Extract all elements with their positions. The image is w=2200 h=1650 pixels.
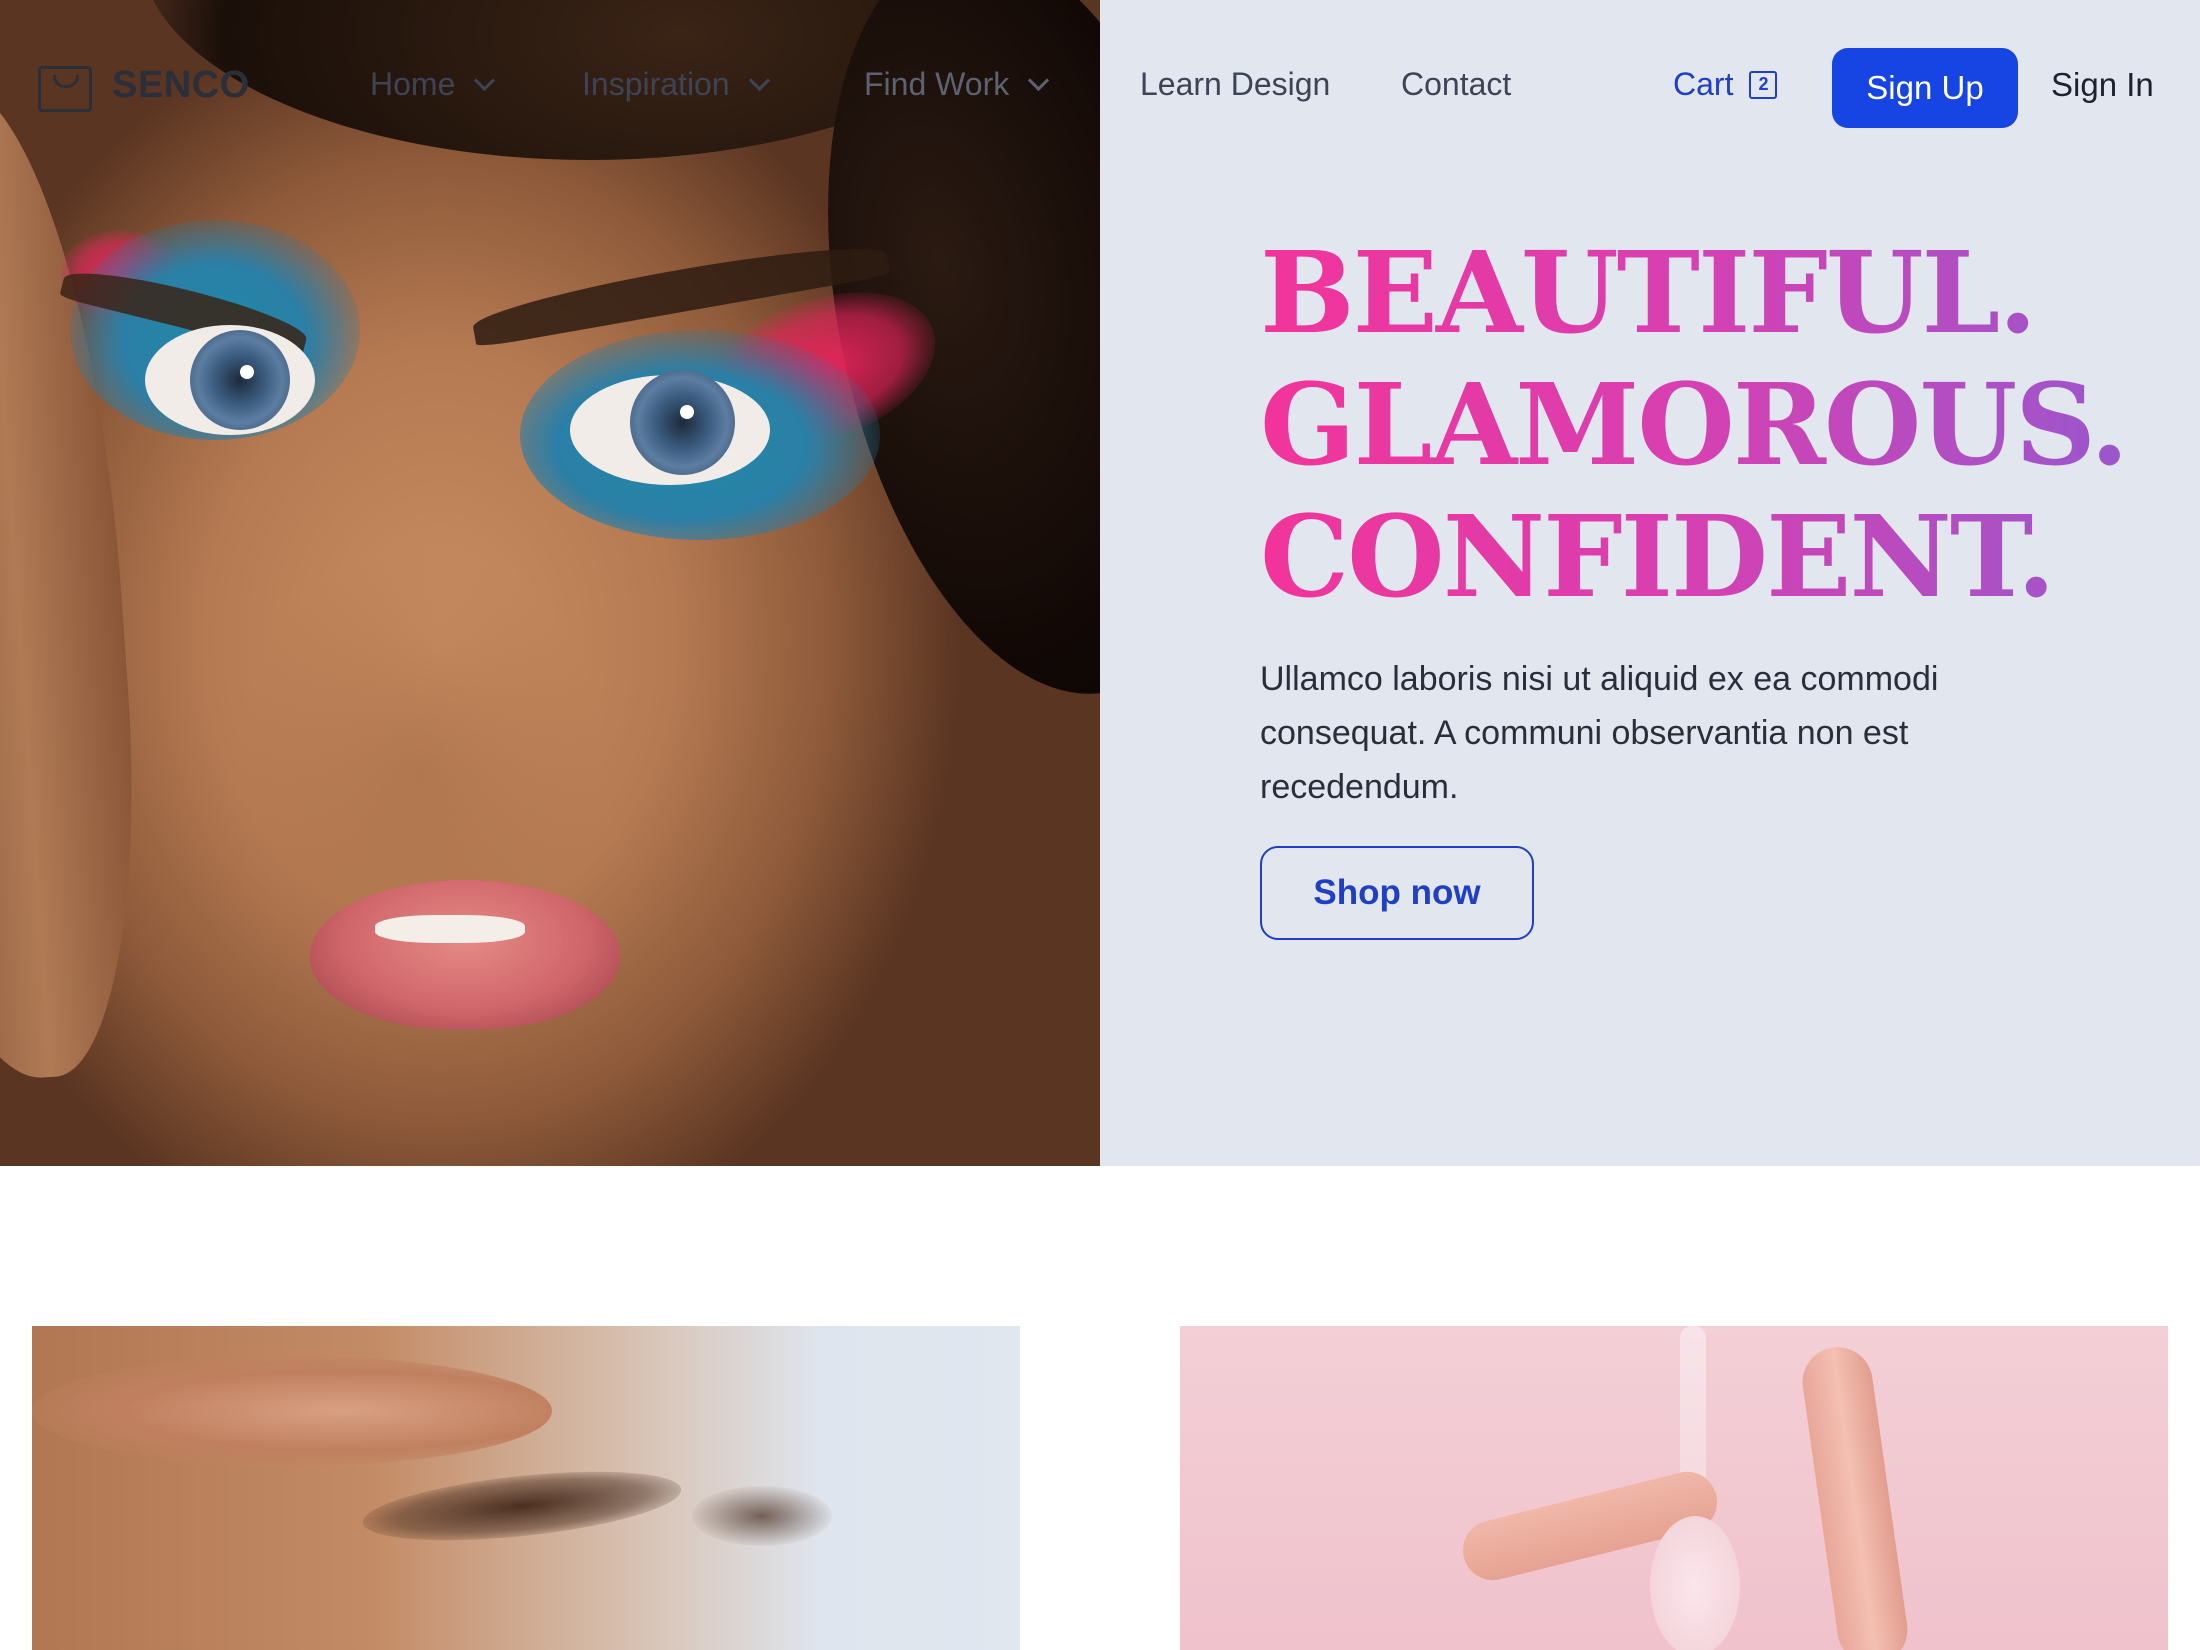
- product-card-skincare-image[interactable]: [1180, 1326, 2168, 1650]
- brand-logo-text[interactable]: SENCO: [112, 64, 250, 107]
- photo-iris: [630, 370, 735, 475]
- top-navigation: SENCO Home Inspiration Find Work Learn D…: [0, 0, 2200, 176]
- photo-eyebrow: [359, 1459, 685, 1553]
- photo-lips: [310, 880, 620, 1030]
- nav-item-contact[interactable]: Contact: [1401, 66, 1511, 103]
- nav-item-learn-design[interactable]: Learn Design: [1140, 66, 1330, 103]
- photo-teeth: [375, 915, 525, 943]
- hero-headline: BEAUTIFUL. GLAMOROUS. CONFIDENT.: [1260, 228, 2160, 624]
- shop-now-button[interactable]: Shop now: [1260, 846, 1534, 940]
- photo-finger: [32, 1356, 552, 1466]
- photo-iris: [190, 330, 290, 430]
- headline-line: BEAUTIFUL.: [1260, 228, 2036, 359]
- photo-eye-glint: [240, 365, 254, 379]
- cart-label: Cart: [1673, 66, 1734, 102]
- headline-line: CONFIDENT.: [1260, 492, 2054, 623]
- photo-eye-glint: [680, 405, 694, 419]
- nav-item-label: Learn Design: [1140, 66, 1331, 102]
- chevron-down-icon: [1028, 69, 1050, 92]
- sign-in-link[interactable]: Sign In: [2051, 66, 2154, 104]
- nav-item-label: Find Work: [864, 66, 1010, 102]
- photo-eyebrow: [692, 1486, 832, 1546]
- product-card-brows-image[interactable]: [32, 1326, 1020, 1650]
- photo-hand: [0, 72, 155, 1088]
- shopping-bag-icon[interactable]: [38, 66, 92, 112]
- nav-item-home[interactable]: Home: [370, 66, 496, 103]
- photo-cream: [1650, 1516, 1740, 1650]
- sign-up-button[interactable]: Sign Up: [1832, 48, 2018, 128]
- nav-item-label: Contact: [1401, 66, 1512, 102]
- cart-link[interactable]: Cart 2: [1673, 66, 1778, 103]
- nav-item-find-work[interactable]: Find Work: [864, 66, 1050, 103]
- chevron-down-icon: [748, 69, 770, 92]
- nav-item-inspiration[interactable]: Inspiration: [582, 66, 770, 103]
- hero-body-text: Ullamco laboris nisi ut aliquid ex ea co…: [1260, 660, 1939, 806]
- nav-item-label: Inspiration: [582, 66, 730, 102]
- cart-count-badge: 2: [1749, 70, 1778, 99]
- nav-item-label: Home: [370, 66, 456, 102]
- chevron-down-icon: [474, 69, 496, 92]
- headline-line: GLAMOROUS.: [1260, 360, 2128, 491]
- photo-finger: [1798, 1342, 1912, 1650]
